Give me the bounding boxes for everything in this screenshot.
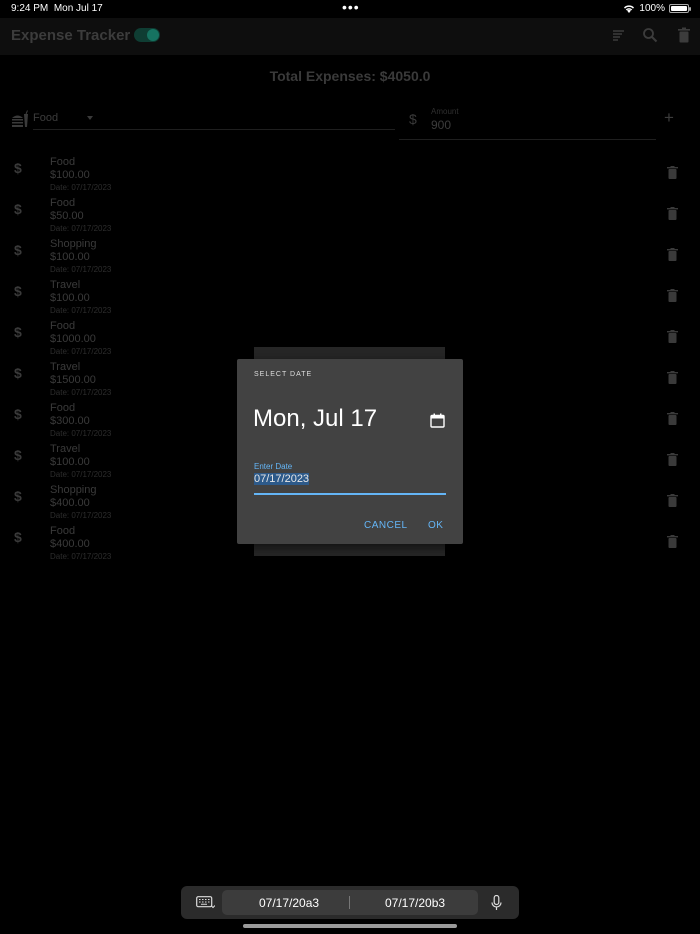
date-input-value: 07/17/2023: [254, 473, 310, 485]
battery-icon: [669, 4, 691, 13]
dollar-icon: $: [14, 406, 22, 422]
delete-icon[interactable]: [667, 412, 678, 425]
expense-category: Shopping: [50, 238, 97, 250]
date-input-underline: [254, 493, 446, 495]
delete-icon[interactable]: [667, 289, 678, 302]
expense-amount: $400.00: [50, 538, 90, 550]
dollar-icon: $: [14, 488, 22, 504]
wifi-icon: [624, 5, 635, 13]
expense-amount: $50.00: [50, 210, 84, 222]
date-input-label: Enter Date: [254, 462, 293, 471]
dollar-icon: $: [14, 160, 22, 176]
expense-category: Food: [50, 197, 76, 209]
date-picker-dialog: SELECT DATE Mon, Jul 17 Enter Date 07/17…: [237, 359, 463, 544]
status-bar: 9:24 PM Mon Jul 17 ••• 100%: [0, 0, 700, 18]
dollar-icon: $: [14, 283, 22, 299]
delete-icon[interactable]: [667, 453, 678, 466]
dollar-icon: $: [14, 447, 22, 463]
expense-category: Shopping: [50, 484, 97, 496]
keyboard-icon[interactable]: [196, 896, 215, 909]
expense-date: Date: 07/17/2023: [50, 347, 112, 356]
ok-button[interactable]: OK: [428, 520, 443, 531]
status-right: 100%: [623, 3, 691, 14]
expense-date: Date: 07/17/2023: [50, 306, 112, 315]
multitasking-dots[interactable]: •••: [342, 0, 360, 14]
expense-category: Food: [50, 156, 76, 168]
date-input[interactable]: 07/17/2023: [254, 473, 310, 485]
delete-icon[interactable]: [667, 330, 678, 343]
dialog-title: SELECT DATE: [254, 371, 313, 378]
dollar-icon: $: [14, 365, 22, 381]
keyboard-shortcut-bar: 07/17/20a3 07/17/20b3: [181, 886, 519, 919]
dollar-icon: $: [14, 201, 22, 217]
list-item[interactable]: $ Shopping $100.00 Date: 07/17/2023: [0, 238, 700, 279]
fastfood-icon: [12, 110, 28, 127]
amount-input[interactable]: 900: [431, 118, 451, 132]
list-item[interactable]: $ Food $100.00 Date: 07/17/2023: [0, 156, 700, 197]
delete-all-icon[interactable]: [676, 27, 692, 43]
add-expense-button[interactable]: +: [664, 109, 674, 126]
battery-percent: 100%: [639, 3, 665, 14]
dollar-icon: $: [14, 324, 22, 340]
expense-date: Date: 07/17/2023: [50, 224, 112, 233]
delete-icon[interactable]: [667, 494, 678, 507]
suggestion-item[interactable]: 07/17/20a3: [259, 896, 319, 910]
expense-category: Travel: [50, 279, 81, 291]
microphone-icon[interactable]: [491, 895, 502, 911]
theme-toggle[interactable]: [134, 28, 160, 42]
amount-label: Amount: [431, 107, 459, 116]
chevron-down-icon[interactable]: [87, 116, 93, 120]
category-select[interactable]: Food: [33, 112, 58, 124]
status-time: 9:24 PM Mon Jul 17: [11, 3, 103, 14]
selected-date-header: Mon, Jul 17: [253, 405, 378, 432]
expense-date: Date: 07/17/2023: [50, 388, 112, 397]
expense-date: Date: 07/17/2023: [50, 470, 112, 479]
home-indicator[interactable]: [243, 924, 457, 928]
app-bar: Expense Tracker: [0, 18, 700, 55]
expense-date: Date: 07/17/2023: [50, 265, 112, 274]
expense-amount: $300.00: [50, 415, 90, 427]
toggle-knob: [147, 29, 159, 41]
sort-icon[interactable]: [610, 27, 626, 43]
delete-icon[interactable]: [667, 207, 678, 220]
cancel-button[interactable]: CANCEL: [364, 520, 408, 531]
dollar-icon: $: [14, 242, 22, 258]
expense-amount: $100.00: [50, 251, 90, 263]
expense-category: Travel: [50, 361, 81, 373]
suggestion-strip: 07/17/20a3 07/17/20b3: [222, 890, 478, 915]
expense-category: Food: [50, 525, 76, 537]
expense-amount: $100.00: [50, 169, 90, 181]
app-title: Expense Tracker: [11, 27, 131, 44]
expense-category: Food: [50, 402, 76, 414]
expense-date: Date: 07/17/2023: [50, 429, 112, 438]
amount-dollar-icon: $: [409, 111, 417, 127]
delete-icon[interactable]: [667, 371, 678, 384]
expense-date: Date: 07/17/2023: [50, 183, 112, 192]
expense-amount: $100.00: [50, 292, 90, 304]
amount-underline: [399, 139, 656, 140]
expense-date: Date: 07/17/2023: [50, 511, 112, 520]
suggestion-item[interactable]: 07/17/20b3: [385, 896, 445, 910]
calendar-icon[interactable]: [430, 413, 445, 428]
expense-category: Travel: [50, 443, 81, 455]
delete-icon[interactable]: [667, 166, 678, 179]
search-icon[interactable]: [642, 27, 658, 43]
category-underline: [33, 129, 395, 130]
total-expenses: Total Expenses: $4050.0: [269, 68, 431, 84]
delete-icon[interactable]: [667, 535, 678, 548]
expense-amount: $1500.00: [50, 374, 96, 386]
expense-amount: $400.00: [50, 497, 90, 509]
delete-icon[interactable]: [667, 248, 678, 261]
expense-date: Date: 07/17/2023: [50, 552, 112, 561]
list-item[interactable]: $ Food $50.00 Date: 07/17/2023: [0, 197, 700, 238]
expense-amount: $100.00: [50, 456, 90, 468]
expense-amount: $1000.00: [50, 333, 96, 345]
dollar-icon: $: [14, 529, 22, 545]
expense-category: Food: [50, 320, 76, 332]
list-item[interactable]: $ Travel $100.00 Date: 07/17/2023: [0, 279, 700, 320]
suggestion-divider: [349, 896, 350, 909]
